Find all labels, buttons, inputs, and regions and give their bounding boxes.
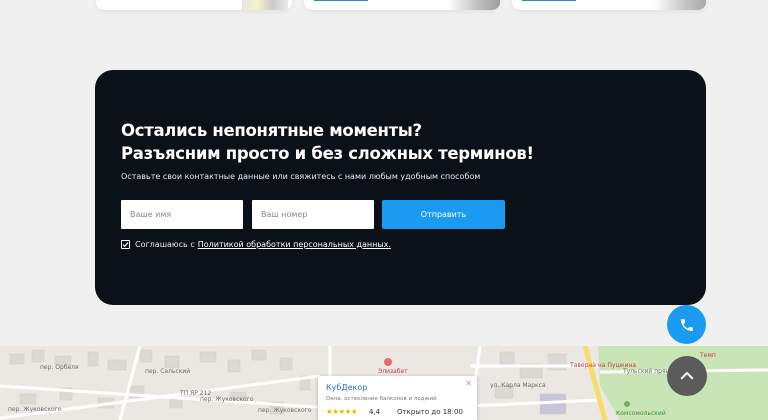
product-cards-row [96, 0, 706, 11]
product-image [242, 0, 288, 10]
chevron-up-icon [680, 372, 694, 380]
product-card[interactable] [512, 0, 706, 10]
consent-row: Соглашаюсь с Политикой обработки персона… [121, 238, 391, 250]
phone-icon [680, 318, 693, 331]
checkmark-icon [122, 241, 129, 247]
map-marker-icon [384, 358, 392, 366]
form-title: Остались непонятные моменты? Разъясним п… [121, 121, 534, 163]
close-icon[interactable]: ✕ [465, 379, 472, 388]
product-image [654, 0, 706, 10]
call-button[interactable] [667, 305, 706, 344]
phone-input[interactable] [252, 200, 374, 229]
consent-label: Соглашаюсь с [135, 239, 195, 249]
name-input[interactable] [121, 200, 243, 229]
form-subtitle: Оставьте свои контактные данные или свяж… [121, 172, 481, 181]
map[interactable]: пер. Орбеля пер. Сальский пер. Жуковског… [0, 346, 768, 420]
contact-form-section: Остались непонятные моменты? Разъясним п… [95, 70, 706, 305]
product-card[interactable] [304, 0, 500, 10]
submit-button[interactable]: Отправить [382, 200, 505, 229]
business-name[interactable]: КубДекор [326, 383, 367, 392]
product-card[interactable] [96, 0, 292, 10]
consent-checkbox[interactable] [121, 239, 130, 249]
privacy-policy-link[interactable]: Политикой обработки персональных данных. [198, 240, 391, 249]
product-image [448, 0, 500, 10]
scroll-to-top-button[interactable] [667, 356, 707, 396]
business-description: Окна, остекление балконов и лоджий [326, 396, 437, 402]
rating-stars: ★★★★★ [326, 407, 358, 416]
business-card[interactable]: КубДекор Окна, остекление балконов и лод… [318, 376, 477, 420]
business-hours: Открыто до 18:00 [397, 408, 463, 416]
rating-value: 4,4 [369, 408, 381, 416]
